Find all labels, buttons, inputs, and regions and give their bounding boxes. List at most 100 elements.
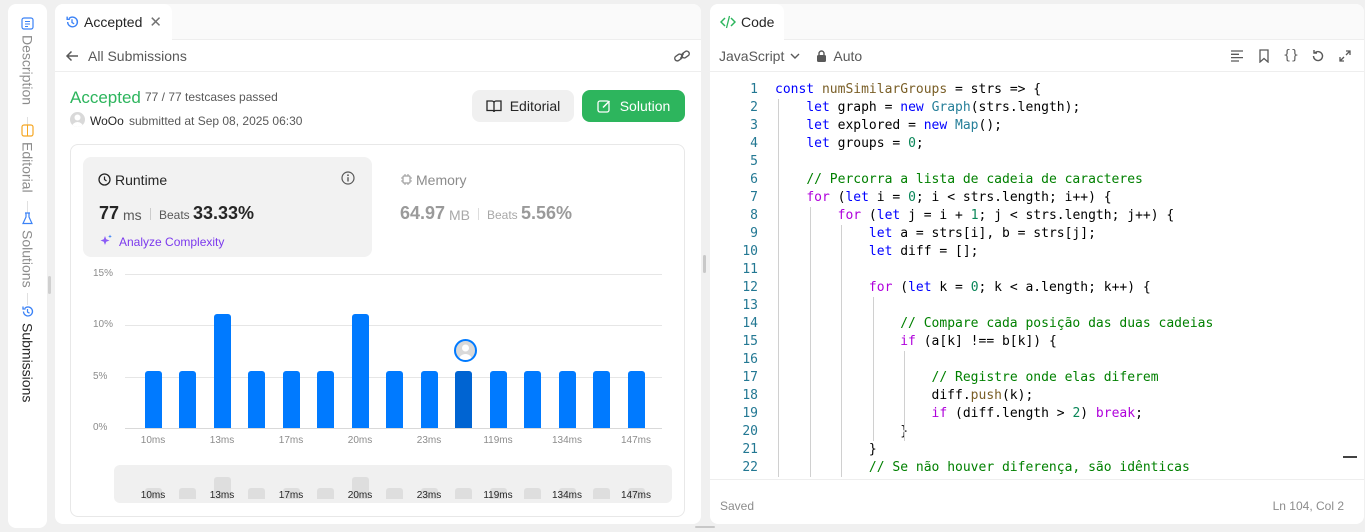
code-text: const numSimilarGroups = strs => { [775, 82, 1042, 97]
code-line[interactable]: 12 for (let k = 0; k < a.length; k++) { [710, 279, 1350, 297]
submission-nav: All Submissions [55, 40, 701, 72]
code-line[interactable]: 10 let diff = []; [710, 243, 1350, 261]
code-tabbar: Code [710, 4, 1364, 40]
line-number: 5 [750, 154, 758, 169]
code-text: let groups = 0; [806, 136, 924, 151]
runtime-beats-label: Beats [159, 208, 190, 222]
runtime-card[interactable]: Runtime 77 ms Beats 33.33% Analyze Compl… [83, 157, 372, 257]
side-resize-handle[interactable] [48, 276, 51, 294]
editorial-button[interactable]: Editorial [472, 90, 574, 122]
tab-accepted[interactable]: Accepted ✕ [55, 4, 172, 40]
indent-guide [841, 225, 843, 477]
code-line[interactable]: 15 if (a[k] !== b[k]) { [710, 333, 1350, 351]
history-icon [65, 15, 79, 29]
tab-label: Description [19, 35, 36, 106]
language-select[interactable]: JavaScript [719, 48, 784, 64]
indent-guide [809, 207, 811, 477]
code-line[interactable]: 4 let groups = 0; [710, 135, 1350, 153]
code-line[interactable]: 16 [710, 351, 1350, 369]
info-icon[interactable] [341, 171, 355, 185]
memory-card[interactable]: Memory 64.97 MB Beats 5.56% [385, 157, 675, 257]
solution-button[interactable]: Solution [582, 90, 685, 122]
save-status: Saved [720, 499, 755, 513]
code-line[interactable]: 6 // Percorra a lista de cadeia de carac… [710, 171, 1350, 189]
book-icon [486, 99, 502, 113]
indent-guide [778, 99, 780, 477]
runtime-value: 77 [99, 203, 120, 223]
code-line[interactable]: 19 if (diff.length > 2) break; [710, 405, 1350, 423]
line-number: 16 [742, 352, 758, 367]
editor-actions: {} [1219, 47, 1354, 65]
code-line[interactable]: 13 [710, 297, 1350, 315]
solutions-icon [21, 211, 35, 225]
code-line[interactable]: 9 let a = strs[i], b = strs[j]; [710, 225, 1350, 243]
code-line[interactable]: 3 let explored = new Map(); [710, 117, 1350, 135]
bookmark-icon[interactable] [1255, 47, 1273, 65]
mode-label[interactable]: Auto [833, 48, 862, 64]
code-editor[interactable]: 1 const numSimilarGroups = strs => { 2 let… [710, 76, 1364, 480]
testcases-passed: 77 / 77 testcases passed [145, 90, 278, 104]
line-number: 11 [742, 262, 758, 277]
code-line[interactable]: 14 // Compare cada posição das duas cade… [710, 315, 1350, 333]
memory-beats-value: 5.56% [521, 203, 573, 223]
runtime-title: Runtime [115, 172, 168, 188]
analyze-complexity-link[interactable]: Analyze Complexity [119, 235, 224, 249]
reset-icon[interactable] [1309, 47, 1327, 65]
chart-range-scrubber[interactable] [114, 465, 672, 503]
memory-value: 64.97 [400, 203, 446, 223]
code-text: for (let j = i + 1; j < strs.length; j++… [837, 208, 1175, 223]
indent-guide [872, 297, 874, 441]
tab-submissions[interactable]: Submissions [8, 304, 47, 402]
code-line[interactable]: 18 diff.push(k); [710, 387, 1350, 405]
code-line[interactable]: 8 for (let j = i + 1; j < strs.length; j… [710, 207, 1350, 225]
editor-scrollbar-thumb[interactable] [1343, 456, 1357, 458]
tab-editorial[interactable]: Editorial [8, 123, 47, 193]
submission-user[interactable]: WoOo [90, 114, 124, 128]
edit-icon [597, 99, 611, 113]
horizontal-resize-handle[interactable] [695, 526, 715, 528]
back-arrow-icon[interactable] [65, 49, 79, 63]
avatar [70, 112, 85, 127]
memory-unit: MB [449, 207, 470, 223]
code-line[interactable]: 5 [710, 153, 1350, 171]
line-number: 21 [742, 442, 758, 457]
tab-solutions[interactable]: Solutions [8, 211, 47, 288]
line-number: 10 [742, 244, 758, 259]
code-text: let diff = []; [868, 244, 979, 259]
memory-chip-icon [400, 173, 413, 186]
status-heading: Accepted [70, 88, 141, 107]
line-number: 9 [750, 226, 758, 241]
code-line[interactable]: 1 const numSimilarGroups = strs => { [710, 81, 1350, 99]
vertical-resize-handle[interactable] [703, 255, 706, 273]
code-line[interactable]: 20 } [710, 423, 1350, 441]
code-text: // Registre onde elas diferem [931, 370, 1159, 385]
line-number: 12 [742, 280, 758, 295]
code-text: // Percorra a lista de cadeia de caracte… [806, 172, 1143, 187]
chevron-down-icon[interactable] [790, 51, 800, 61]
code-text: let explored = new Map(); [806, 118, 1002, 133]
code-line[interactable]: 2 let graph = new Graph(strs.length); [710, 99, 1350, 117]
runtime-unit: ms [123, 207, 142, 223]
expand-icon[interactable] [1336, 47, 1354, 65]
line-number: 13 [742, 298, 758, 313]
line-number: 8 [750, 208, 758, 223]
line-number: 2 [750, 100, 758, 115]
code-line[interactable]: 11 [710, 261, 1350, 279]
code-text: for (let i = 0; i < strs.length; i++) { [806, 190, 1112, 205]
close-icon[interactable]: ✕ [149, 13, 162, 31]
tab-description[interactable]: Description [8, 16, 47, 105]
all-submissions-link[interactable]: All Submissions [88, 48, 187, 64]
vertical-tab-bar: Description Editorial Solutions Submissi… [8, 4, 47, 528]
code-line[interactable]: 21 } [710, 441, 1350, 459]
line-number: 22 [742, 460, 758, 475]
braces-icon[interactable]: {} [1282, 47, 1300, 65]
code-line[interactable]: 17 // Registre onde elas diferem [710, 369, 1350, 387]
tab-code[interactable]: Code [710, 4, 785, 40]
share-link-icon[interactable] [673, 49, 691, 63]
code-text: for (let k = 0; k < a.length; k++) { [868, 280, 1151, 295]
line-number: 1 [750, 82, 758, 97]
submitted-time: submitted at Sep 08, 2025 06:30 [129, 114, 303, 128]
code-line[interactable]: 22 // Se não houver diferença, são idênt… [710, 459, 1350, 477]
format-icon[interactable] [1228, 47, 1246, 65]
code-line[interactable]: 7 for (let i = 0; i < strs.length; i++) … [710, 189, 1350, 207]
